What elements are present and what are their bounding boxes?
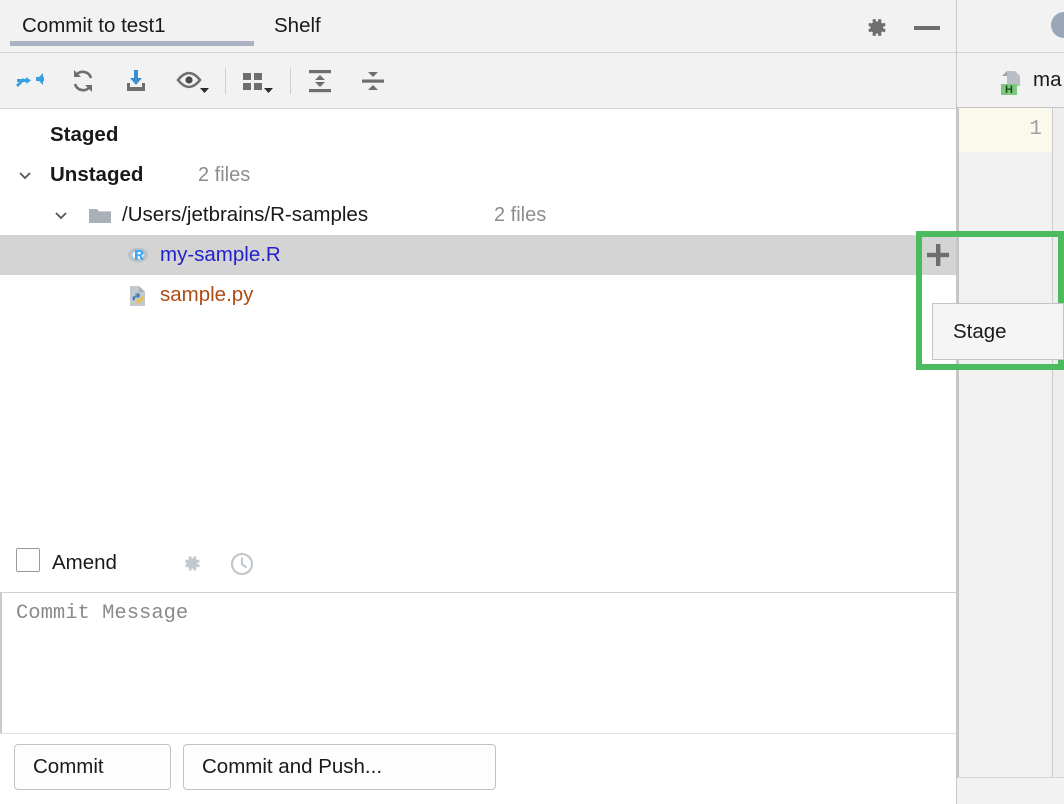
tree-row-my-sample-r[interactable]: my-sample.R (0, 235, 956, 275)
tab-strip: Commit to test1 Shelf (0, 0, 956, 53)
file-name-my-sample-r: my-sample.R (160, 243, 281, 266)
editor-gutter-line-1: 1 (959, 108, 1053, 152)
tree-row-staged[interactable]: Staged (0, 115, 956, 155)
amend-bar: Amend (0, 534, 956, 593)
stage-tooltip-label: Stage (953, 320, 1007, 343)
commit-message-placeholder: Commit Message (16, 602, 189, 625)
editor-strip: H ma 1 (956, 0, 1064, 804)
editor-content-area[interactable] (959, 152, 1053, 777)
toolbar-separator-1 (225, 68, 226, 94)
tree-row-directory[interactable]: /Users/jetbrains/R-samples 2 files (0, 195, 956, 235)
collapse-arrows-icon[interactable] (15, 66, 45, 96)
tab-shelf[interactable]: Shelf (274, 0, 321, 52)
clock-icon[interactable] (229, 551, 255, 577)
editor-scrollbar[interactable] (1053, 108, 1064, 777)
gear-icon[interactable] (862, 14, 888, 40)
editor-top-bar (957, 0, 1064, 53)
commit-actions-bar: Commit Commit and Push... (0, 733, 956, 804)
group-by-icon[interactable] (240, 66, 278, 96)
tree-row-unstaged[interactable]: Unstaged 2 files (0, 155, 956, 195)
chevron-down-icon[interactable] (17, 167, 33, 183)
active-tab-indicator (10, 41, 254, 46)
commit-tool-window: Commit to test1 Shelf Staged Unstaged 2 … (0, 0, 1064, 804)
commit-and-push-button[interactable]: Commit and Push... (183, 744, 496, 790)
commit-panel: Commit to test1 Shelf Staged Unstaged 2 … (0, 0, 956, 804)
amend-label[interactable]: Amend (52, 534, 117, 592)
commit-toolbar (0, 53, 956, 109)
stage-plus-button[interactable] (921, 236, 955, 274)
editor-status-bar (957, 777, 1064, 804)
chevron-down-icon[interactable] (53, 207, 69, 223)
folder-icon (88, 204, 112, 228)
staged-label: Staged (50, 123, 119, 146)
eye-icon[interactable] (174, 66, 212, 96)
line-number: 1 (1029, 118, 1042, 141)
commit-message-input[interactable]: Commit Message (0, 593, 956, 733)
directory-path: /Users/jetbrains/R-samples (122, 203, 369, 226)
collapse-all-icon[interactable] (358, 66, 388, 96)
tree-row-sample-py[interactable]: sample.py (0, 275, 956, 315)
head-file-icon: H (996, 67, 1026, 97)
python-file-icon (126, 284, 150, 308)
stage-tooltip: Stage (932, 303, 1064, 360)
directory-file-count: 2 files (494, 204, 547, 226)
revert-download-icon[interactable] (121, 66, 151, 96)
toolbar-separator-2 (290, 68, 291, 94)
refresh-icon[interactable] (68, 66, 98, 96)
gear-icon[interactable] (178, 551, 202, 575)
unstaged-file-count: 2 files (198, 164, 251, 186)
commit-button[interactable]: Commit (14, 744, 171, 790)
unstaged-label: Unstaged (50, 163, 144, 186)
amend-checkbox[interactable] (16, 548, 40, 572)
editor-file-header: H ma (957, 53, 1064, 108)
expand-all-icon[interactable] (305, 66, 335, 96)
editor-file-name: ma (1033, 68, 1062, 91)
avatar-icon[interactable] (1051, 12, 1064, 38)
svg-text:H: H (1005, 84, 1013, 96)
r-file-icon (126, 244, 150, 268)
minimize-icon[interactable] (912, 14, 942, 40)
changes-tree[interactable]: Staged Unstaged 2 files /Users/jetbrains… (0, 109, 956, 534)
file-name-sample-py: sample.py (160, 283, 254, 306)
